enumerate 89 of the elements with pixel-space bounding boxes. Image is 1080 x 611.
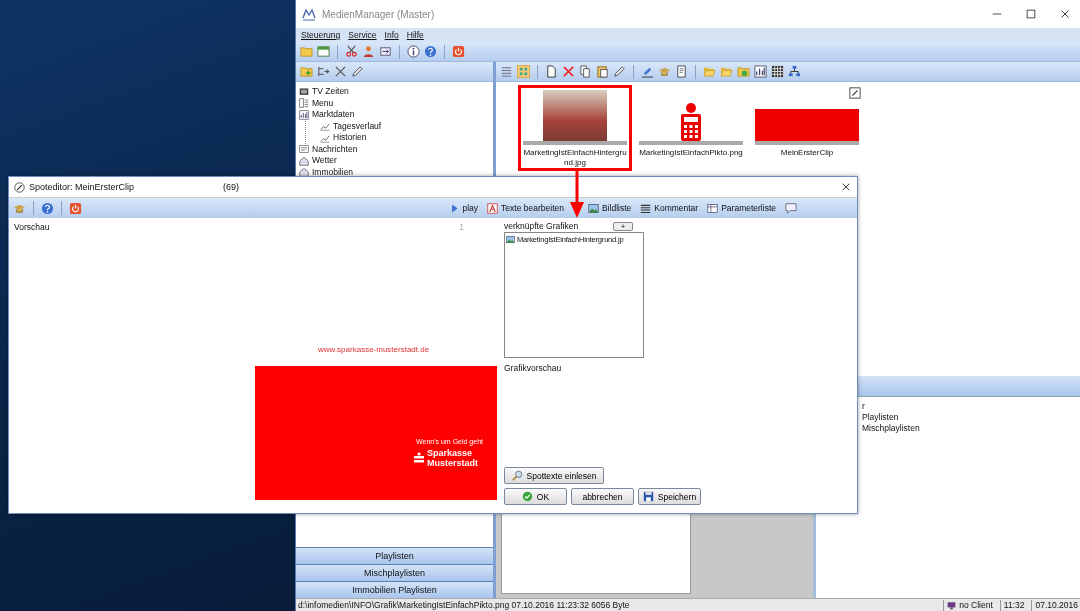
maximize-icon[interactable] <box>1025 8 1037 20</box>
list-item[interactable]: Playlisten <box>862 412 1080 423</box>
logo-icon <box>414 452 424 464</box>
letter-icon <box>487 202 499 214</box>
add-folder-icon[interactable] <box>300 65 313 78</box>
close-icon[interactable] <box>1059 8 1071 20</box>
close-icon[interactable] <box>840 181 852 193</box>
window-icon[interactable] <box>317 45 330 58</box>
help-icon[interactable] <box>424 45 437 58</box>
lines-icon <box>640 202 652 214</box>
scissors-icon[interactable] <box>345 45 358 58</box>
tree-item[interactable]: TV Zeiten <box>312 86 349 98</box>
section-label: verknüpfte Grafiken <box>504 221 580 231</box>
tree-item[interactable]: Immobilien <box>312 166 354 178</box>
nav-button[interactable]: Mischplaylisten <box>296 564 493 581</box>
pen-icon[interactable] <box>613 65 626 78</box>
app-logo-icon <box>302 7 316 21</box>
menubar-item[interactable]: Info <box>384 30 399 40</box>
status-time: 11:32 <box>1003 600 1025 610</box>
menu-icon <box>299 98 309 109</box>
exit-icon[interactable] <box>379 45 392 58</box>
list-item[interactable]: Mischplaylisten <box>862 423 1080 434</box>
document-icon[interactable] <box>545 65 558 78</box>
tree-item[interactable]: Historien <box>333 132 367 144</box>
tree-item[interactable]: Nachrichten <box>312 143 358 155</box>
menubar-item[interactable]: Service <box>348 30 377 40</box>
search-icon <box>511 470 523 481</box>
file-caption[interactable]: MarketingIstEinfachPikto.png <box>639 148 743 158</box>
pen-icon[interactable] <box>641 65 654 78</box>
menubar-item[interactable]: Steuerung <box>301 30 341 40</box>
info-icon[interactable] <box>407 45 420 58</box>
table-icon <box>707 202 719 214</box>
list-item[interactable]: r <box>862 401 1080 412</box>
file-caption[interactable]: MeinErsterClip <box>755 148 859 158</box>
tv-icon <box>299 86 309 97</box>
photo-placeholder <box>543 90 607 141</box>
client-status: no Client <box>959 600 993 610</box>
power-icon[interactable] <box>452 45 465 58</box>
network-icon[interactable] <box>788 65 801 78</box>
pen-icon[interactable] <box>351 65 364 78</box>
tree-item[interactable]: Menu <box>312 97 334 109</box>
house-icon <box>299 167 309 178</box>
clip-count: (69) <box>223 182 240 192</box>
save-button[interactable]: Speichern <box>638 488 701 505</box>
house-icon <box>299 155 309 166</box>
tree-item[interactable]: Wetter <box>312 155 337 167</box>
calculator-drawing <box>680 103 702 141</box>
tree-item[interactable]: Tagesverlauf <box>333 120 382 132</box>
url-text: www.sparkasse-musterstadt.de <box>317 345 431 354</box>
chart-icon[interactable] <box>754 65 767 78</box>
help-icon[interactable] <box>41 201 54 215</box>
list-icon[interactable] <box>500 65 513 78</box>
cross-icon[interactable] <box>334 65 347 78</box>
menubar-item[interactable]: Hilfe <box>406 30 424 40</box>
paste-icon[interactable] <box>596 65 609 78</box>
section-label: Grafikvorschau <box>504 363 563 373</box>
window-title: MedienManager (Master) <box>322 8 436 20</box>
toolbar-button[interactable]: play <box>462 203 479 213</box>
dialog-title: Spoteditor: MeinErsterClip <box>29 182 136 192</box>
nav-button[interactable]: Playlisten <box>296 547 493 564</box>
document-icon[interactable] <box>675 65 688 78</box>
status-path: d:\infomedien\INFO\Grafik\MarketingIstEinfachPikto.png 07.10.2016 11:23:32 6056 Byte <box>298 600 631 610</box>
image-icon <box>587 202 599 214</box>
hat-icon[interactable] <box>658 65 671 78</box>
folder-icon[interactable] <box>737 65 750 78</box>
nav-button[interactable]: Immobilien Playlisten <box>296 581 493 598</box>
speech-bubble-icon[interactable] <box>785 202 797 214</box>
floppy-icon <box>642 491 654 502</box>
toolbar-button[interactable]: Parameterliste <box>721 203 776 213</box>
brand-name: Sparkasse Musterstadt <box>427 448 479 468</box>
person-icon[interactable] <box>362 45 375 58</box>
image-icon <box>506 235 515 244</box>
tree-item[interactable]: Marktdaten <box>312 109 355 121</box>
status-date: 07.10.2016 <box>1035 600 1078 610</box>
page-number: 1 <box>459 222 465 232</box>
check-icon <box>521 491 533 502</box>
read-texts-button[interactable]: Spottexte einlesen <box>504 467 604 484</box>
copy-icon[interactable] <box>579 65 592 78</box>
toolbar-button[interactable]: Bildliste <box>601 203 632 213</box>
power-icon[interactable] <box>69 201 82 215</box>
cross-icon[interactable] <box>562 65 575 78</box>
preview-label: Vorschau <box>14 222 50 232</box>
cancel-button[interactable]: abbrechen <box>571 488 634 505</box>
ok-button[interactable]: OK <box>504 488 567 505</box>
edit-icon[interactable] <box>849 87 861 99</box>
chart-line-icon <box>320 121 330 132</box>
toolbar-button[interactable]: Texte bearbeiten <box>501 203 564 213</box>
monitor-icon <box>947 600 957 610</box>
toolbar-button[interactable]: Kommentar <box>654 203 699 213</box>
